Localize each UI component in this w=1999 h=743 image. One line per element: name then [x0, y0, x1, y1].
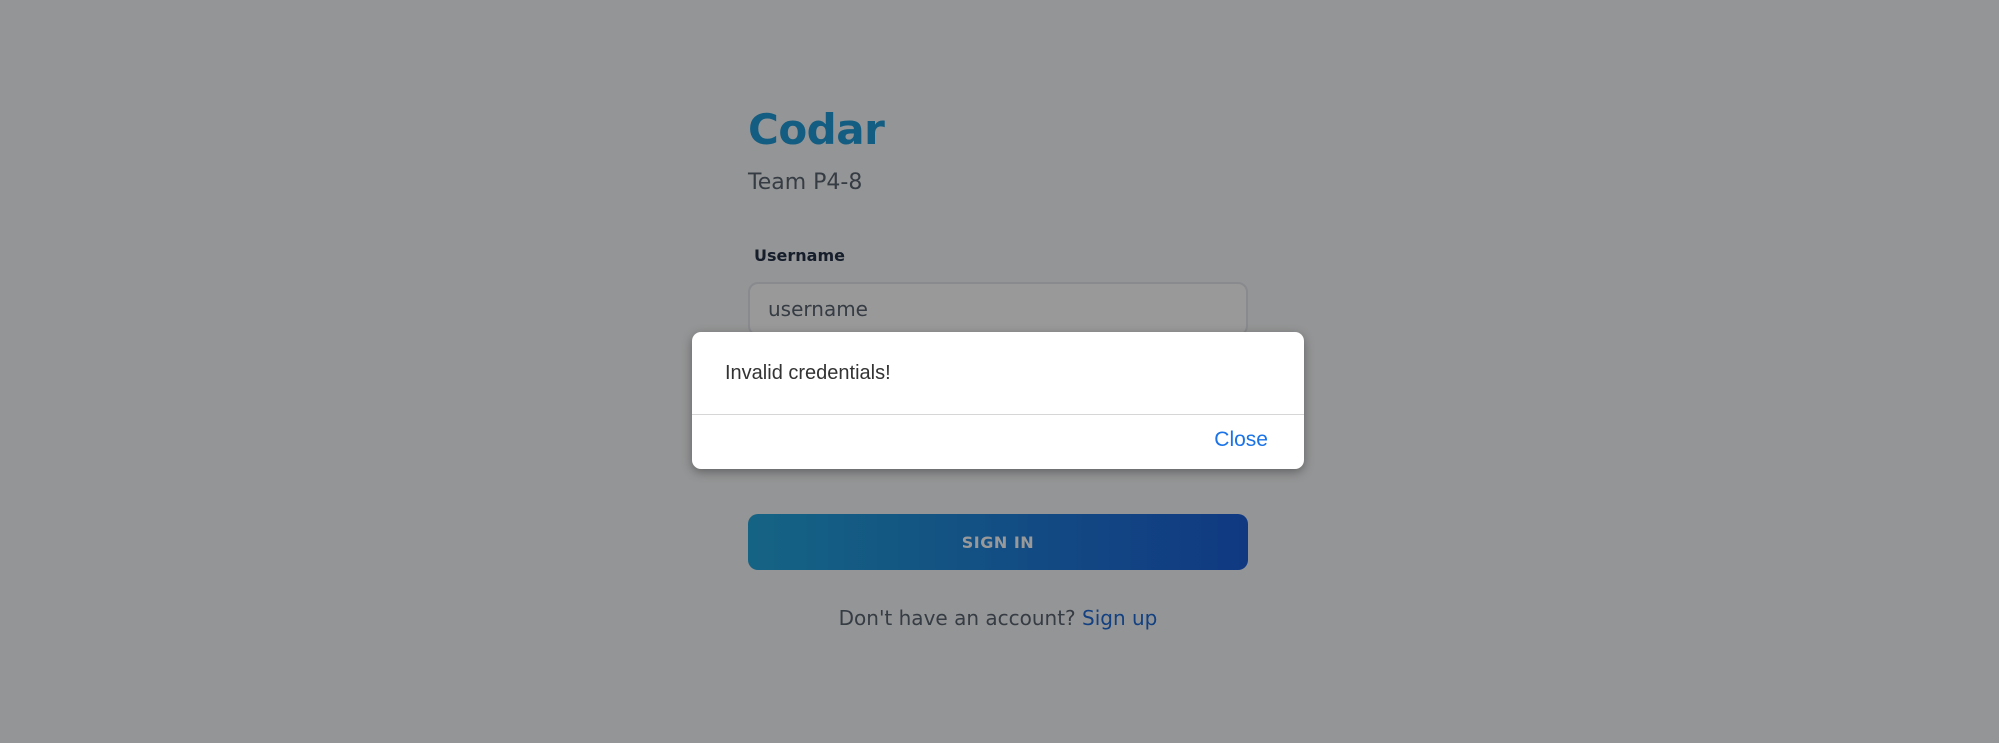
alert-message: Invalid credentials! — [725, 362, 891, 384]
dialog-divider — [692, 414, 1304, 415]
error-alert-dialog: Invalid credentials! Close — [692, 332, 1304, 469]
close-button[interactable]: Close — [1214, 428, 1268, 452]
